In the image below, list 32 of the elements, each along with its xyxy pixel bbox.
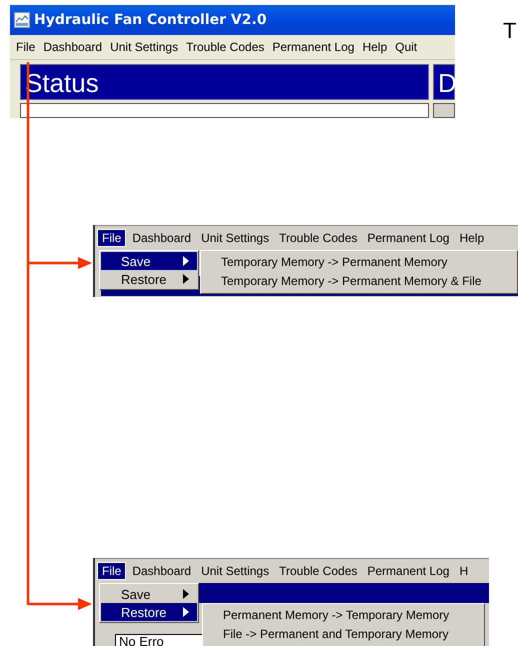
menu-item[interactable]: H xyxy=(455,563,472,579)
menu-item[interactable]: Unit Settings xyxy=(197,563,274,579)
menu-item[interactable]: Dashboard xyxy=(128,563,196,579)
menu-item[interactable]: Help xyxy=(358,39,392,55)
menu-item[interactable]: File xyxy=(97,562,126,580)
menu-item[interactable]: Temporary Memory -> Permanent Memory xyxy=(201,253,517,272)
page-text: T xyxy=(503,18,516,44)
menu-item[interactable]: Restore xyxy=(101,603,197,621)
window-title: Hydraulic Fan Controller V2.0 xyxy=(34,12,267,28)
menu-item[interactable]: Help xyxy=(455,230,488,246)
menu-item[interactable]: Unit Settings xyxy=(197,230,274,246)
menu-item[interactable]: Save xyxy=(101,252,197,270)
menu-item[interactable]: Trouble Codes xyxy=(182,39,268,55)
menu-item[interactable]: Quit xyxy=(391,39,422,55)
menu-item[interactable]: Unit Settings xyxy=(106,39,182,55)
menu-item[interactable]: Permanent Log xyxy=(363,563,454,579)
panel-box xyxy=(433,103,455,118)
menu-item[interactable]: Dashboard xyxy=(128,230,196,246)
menu-item[interactable]: Permanent Log xyxy=(363,230,454,246)
menu-item[interactable]: File xyxy=(97,229,126,247)
menu-item[interactable]: Permanent Memory -> Temporary Memory xyxy=(203,606,484,625)
menu-item[interactable]: Save xyxy=(101,585,197,603)
menu-item[interactable]: Restore xyxy=(101,270,197,288)
arrow xyxy=(29,257,92,269)
menu-item[interactable]: Temporary Memory -> Permanent Memory & File xyxy=(201,272,517,291)
menu-item[interactable]: Trouble Codes xyxy=(275,230,362,246)
arrow xyxy=(29,598,92,610)
menu-item[interactable]: Dashboard xyxy=(39,39,106,55)
menu-item[interactable]: File xyxy=(12,39,40,55)
menu-item[interactable]: Permanent Log xyxy=(268,39,358,55)
menu-item[interactable]: Trouble Codes xyxy=(275,563,362,579)
app-icon xyxy=(14,12,30,28)
